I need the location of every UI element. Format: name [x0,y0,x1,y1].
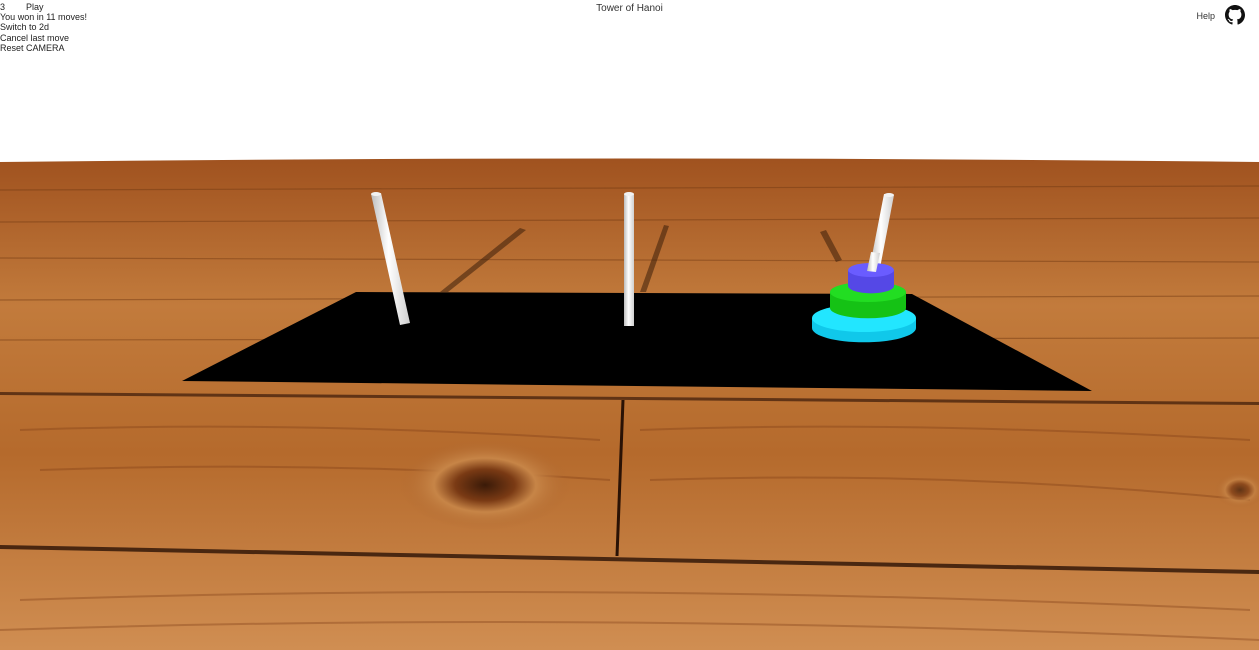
game-canvas[interactable] [0,0,1259,650]
game-menu: 3 Play You won in 11 moves! Switch to 2d … [0,2,87,53]
switch-2d-button[interactable]: Switch to 2d [0,22,87,32]
disk-count-select[interactable]: 3 [0,2,26,12]
reset-camera-button[interactable]: Reset CAMERA [0,43,87,53]
cancel-move-button[interactable]: Cancel last move [0,33,87,43]
page-title: Tower of Hanoi [596,3,663,14]
help-link[interactable]: Help [1196,11,1215,21]
github-icon[interactable] [1225,5,1245,25]
play-button[interactable]: Play [26,2,44,12]
peg-2[interactable] [624,192,634,326]
status-text: You won in 11 moves! [0,12,88,23]
